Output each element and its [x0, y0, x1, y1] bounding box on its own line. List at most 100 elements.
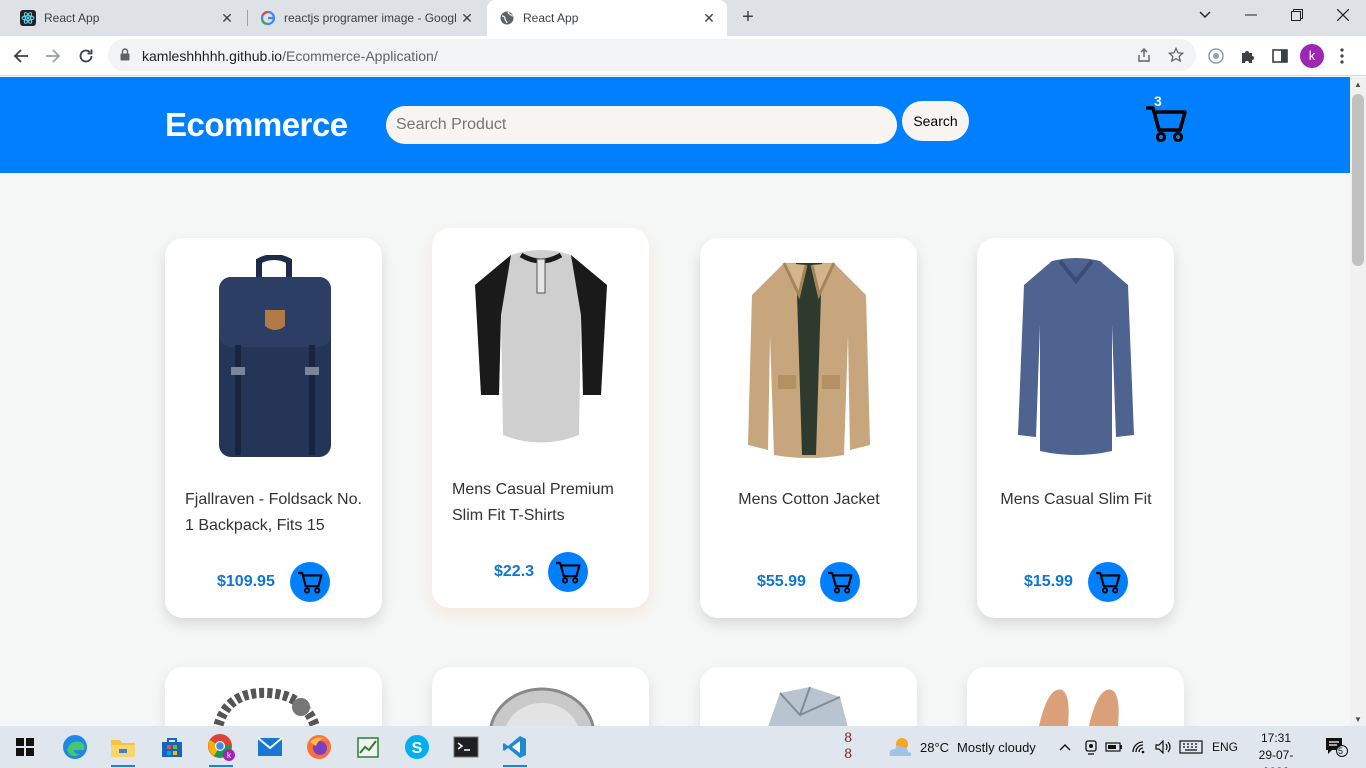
meet-now-icon[interactable] — [1084, 726, 1098, 768]
address-bar[interactable]: kamleshhhhh.github.io/Ecommerce-Applicat… — [108, 39, 1196, 71]
language-indicator[interactable]: ENG — [1212, 726, 1238, 768]
terminal-icon[interactable] — [450, 731, 482, 763]
add-to-cart-button[interactable] — [290, 562, 330, 602]
minimize-icon[interactable] — [1228, 0, 1274, 30]
weather-widget[interactable]: 28°C Mostly cloudy — [886, 726, 1036, 768]
rose-gold-ring-image — [1038, 689, 1119, 726]
product-card[interactable]: Mens Cotton Jacket $55.99 — [700, 238, 917, 618]
product-title: Mens Casual Slim Fit — [1000, 491, 1152, 508]
reload-icon[interactable] — [73, 43, 99, 69]
google-favicon-icon — [260, 10, 276, 26]
firefox-icon[interactable] — [303, 731, 335, 763]
svg-text:S: S — [412, 740, 423, 757]
slim-fit-shirt-image — [977, 252, 1174, 462]
tray-glyph-top: 8 — [844, 731, 853, 746]
url-path: /Ecommerce-Application/ — [282, 48, 438, 64]
task-manager-icon[interactable] — [352, 731, 384, 763]
browser-tab-bar: React App ✕ reactjs programer image - Go… — [0, 0, 1366, 36]
site-header: Ecommerce Search 3 — [0, 77, 1350, 173]
weather-description: Mostly cloudy — [957, 739, 1036, 755]
product-price: $22.3 — [494, 563, 535, 580]
product-title: Fjallraven - Foldsack No. 1 Backpack, Fi… — [185, 491, 362, 534]
file-explorer-icon[interactable] — [107, 731, 139, 767]
restore-icon[interactable] — [1274, 0, 1320, 30]
extensions-puzzle-icon[interactable] — [1238, 46, 1258, 66]
tab-title: reactjs programer image - Googl — [284, 11, 457, 25]
cart-icon — [1096, 571, 1121, 594]
keyboard-icon[interactable] — [1179, 726, 1203, 768]
brand-logo[interactable]: Ecommerce — [165, 106, 348, 144]
system-tray-glyph: 8 8 — [844, 726, 852, 768]
product-title: Mens Cotton Jacket — [738, 491, 880, 508]
react-favicon-icon — [20, 10, 36, 26]
mail-icon[interactable] — [254, 731, 286, 763]
vscode-icon[interactable] — [499, 731, 531, 767]
new-tab-plus-icon[interactable]: + — [737, 6, 759, 28]
tab-google-search[interactable]: reactjs programer image - Googl ✕ — [240, 0, 485, 36]
edge-browser-icon[interactable] — [59, 731, 91, 763]
forward-arrow-icon[interactable] — [40, 43, 66, 69]
chain-bracelet-image — [213, 687, 321, 726]
add-to-cart-button[interactable] — [1088, 562, 1128, 602]
product-card[interactable]: Mens Casual Slim Fit $15.99 — [977, 238, 1174, 618]
page-scrollbar[interactable]: ▲ ▼ — [1350, 77, 1366, 726]
add-to-cart-button[interactable] — [820, 562, 860, 602]
tab-react-app-1[interactable]: React App ✕ — [0, 0, 245, 36]
windows-start-icon[interactable] — [9, 731, 41, 763]
crystal-ring-image — [768, 686, 848, 726]
extension-circle-icon[interactable] — [1206, 46, 1226, 66]
product-card[interactable] — [700, 667, 917, 726]
product-card[interactable] — [432, 667, 649, 726]
chrome-taskbar-icon[interactable]: k — [205, 731, 237, 767]
tab-title: React App — [523, 11, 579, 25]
tab-close-icon[interactable]: ✕ — [219, 10, 235, 26]
product-card[interactable] — [165, 667, 382, 726]
cart-icon — [828, 571, 853, 594]
tab-close-icon[interactable]: ✕ — [459, 10, 475, 26]
product-card[interactable]: Fjallraven - Foldsack No. 1 Backpack, Fi… — [165, 238, 382, 618]
search-input[interactable] — [386, 106, 897, 144]
search-button[interactable]: Search — [902, 101, 969, 141]
scroll-down-arrow-icon[interactable]: ▼ — [1350, 712, 1366, 726]
tab-react-app-active[interactable]: React App ✕ — [487, 0, 727, 36]
clock-date: 29-07-2023 — [1258, 748, 1294, 768]
bookmark-star-icon[interactable] — [1168, 47, 1184, 63]
globe-favicon-icon — [500, 11, 514, 25]
raglan-tshirt-image — [432, 242, 649, 452]
scrollbar-thumb[interactable] — [1352, 94, 1364, 266]
microsoft-store-icon[interactable] — [156, 731, 188, 763]
tab-title: React App — [44, 11, 100, 25]
system-clock[interactable]: 17:31 29-07-2023 — [1254, 730, 1298, 768]
notification-center-icon[interactable]: 5 — [1324, 726, 1348, 768]
product-card[interactable] — [967, 667, 1184, 726]
product-price: $55.99 — [757, 573, 806, 590]
url-text: kamleshhhhh.github.io/Ecommerce-Applicat… — [142, 48, 438, 64]
active-indicator — [111, 765, 135, 767]
wifi-icon[interactable] — [1131, 726, 1149, 768]
browser-toolbar: kamleshhhhh.github.io/Ecommerce-Applicat… — [0, 36, 1366, 76]
side-panel-icon[interactable] — [1270, 46, 1290, 66]
back-arrow-icon[interactable] — [8, 43, 34, 69]
share-icon[interactable] — [1136, 47, 1152, 63]
skype-icon[interactable]: S — [401, 731, 433, 763]
lock-icon — [120, 48, 130, 61]
battery-icon[interactable] — [1105, 726, 1123, 768]
product-price: $15.99 — [1024, 573, 1073, 590]
add-to-cart-button[interactable] — [548, 552, 588, 592]
close-window-icon[interactable] — [1320, 0, 1366, 30]
tray-chevron-up-icon[interactable] — [1059, 726, 1071, 768]
cart-icon — [556, 561, 581, 584]
tab-close-icon[interactable]: ✕ — [701, 10, 717, 26]
tab-search-chevron-icon[interactable] — [1182, 0, 1228, 30]
active-indicator — [503, 765, 527, 767]
backpack-image — [165, 252, 382, 462]
header-cart[interactable]: 3 — [1144, 93, 1188, 143]
profile-avatar[interactable]: k — [1300, 44, 1324, 68]
menu-kebab-icon[interactable] — [1332, 46, 1352, 66]
product-card[interactable]: Mens Casual Premium Slim Fit T-Shirts $2… — [432, 228, 649, 608]
weather-temperature: 28°C — [920, 739, 950, 755]
product-price: $109.95 — [217, 573, 275, 590]
volume-icon[interactable] — [1155, 726, 1173, 768]
product-title: Mens Casual Premium Slim Fit T-Shirts — [452, 481, 614, 524]
scroll-up-arrow-icon[interactable]: ▲ — [1350, 77, 1366, 91]
